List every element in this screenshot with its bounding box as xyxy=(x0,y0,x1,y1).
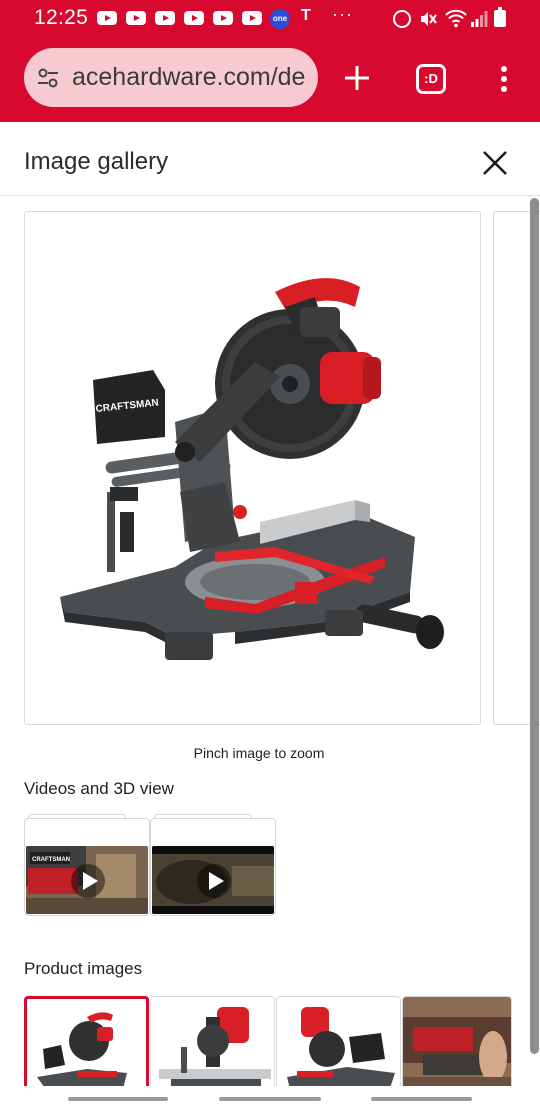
play-icon[interactable] xyxy=(197,864,231,898)
page-title: Image gallery xyxy=(24,148,169,175)
nav-gesture-pill xyxy=(219,1097,321,1101)
more-notifications-icon: ··· xyxy=(332,4,353,24)
youtube-notification-icon xyxy=(126,11,146,25)
carrier-icon: T xyxy=(301,7,311,24)
battery-icon xyxy=(494,7,506,27)
address-bar[interactable]: acehardware.com/de xyxy=(24,48,318,107)
one-app-icon: one xyxy=(270,9,290,29)
tab-switcher-button[interactable]: :D xyxy=(416,64,446,94)
product-thumbnail-4[interactable] xyxy=(402,996,512,1096)
scrollbar-thumb[interactable] xyxy=(530,198,539,1054)
wifi-icon xyxy=(445,9,467,28)
zoom-hint: Pinch image to zoom xyxy=(193,745,325,761)
status-bar: 12:25 one T ··· xyxy=(0,0,540,36)
youtube-notification-icon xyxy=(184,11,204,25)
youtube-notification-icon xyxy=(242,11,262,25)
youtube-notification-icon xyxy=(213,11,233,25)
video-thumbnail-2[interactable] xyxy=(150,814,276,916)
signal-icon xyxy=(471,11,488,27)
mute-icon xyxy=(421,12,437,26)
youtube-notification-icon xyxy=(155,11,175,25)
tune-icon[interactable] xyxy=(37,67,59,89)
status-time: 12:25 xyxy=(34,6,89,29)
nav-gesture-pill xyxy=(371,1097,472,1101)
product-thumbnail-2[interactable] xyxy=(150,996,275,1096)
youtube-notification-icon xyxy=(97,11,117,25)
product-thumbnail-1[interactable] xyxy=(24,996,149,1096)
product-thumbnail-3[interactable] xyxy=(276,996,401,1096)
play-icon[interactable] xyxy=(71,864,105,898)
main-product-image[interactable]: CRAFTSMAN xyxy=(24,211,481,725)
gallery-header: Image gallery xyxy=(0,122,540,196)
alarm-icon xyxy=(393,10,411,28)
nav-gesture-pill xyxy=(68,1097,168,1101)
videos-section-title: Videos and 3D view xyxy=(24,779,174,798)
video-thumbnail-1[interactable]: CRAFTSMAN xyxy=(24,814,150,916)
product-images-section-title: Product images xyxy=(24,959,143,978)
url-text[interactable]: acehardware.com/de xyxy=(72,63,310,92)
more-vert-icon[interactable] xyxy=(490,63,518,95)
browser-chrome: 12:25 one T ··· acehardware.com/de:D xyxy=(0,0,540,122)
miter-saw-image: CRAFTSMAN xyxy=(60,278,444,660)
new-tab-button[interactable] xyxy=(339,60,375,96)
close-icon[interactable] xyxy=(480,148,510,178)
